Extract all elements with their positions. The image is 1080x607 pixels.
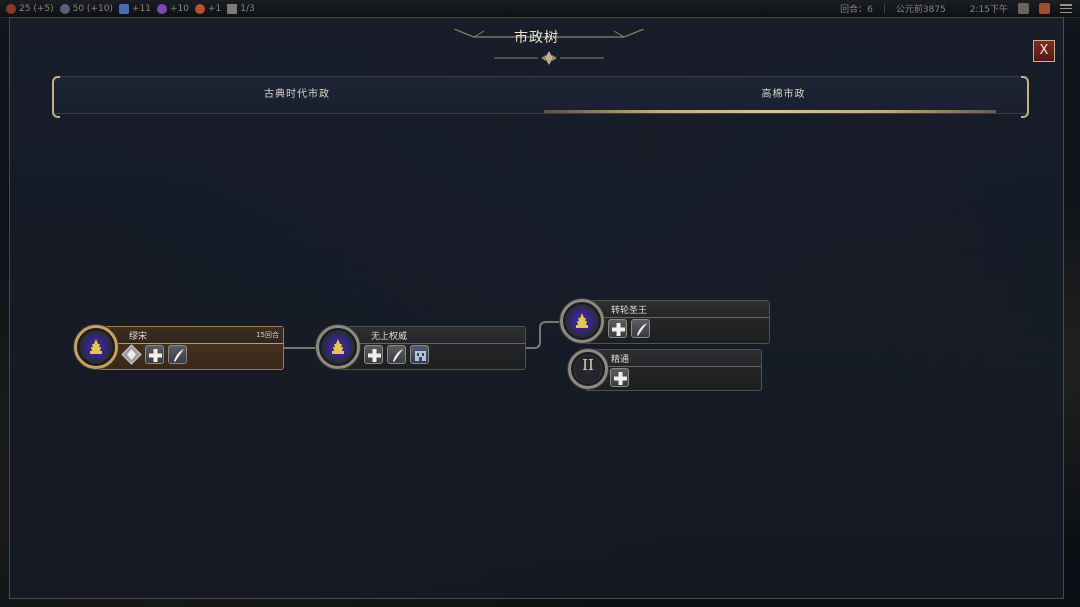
civic-name-bar xyxy=(95,327,283,344)
diamond-card-icon[interactable] xyxy=(121,344,142,365)
unlock-slots xyxy=(121,344,187,365)
plus-card-icon[interactable] xyxy=(610,368,629,387)
civic-medal xyxy=(560,299,604,343)
civic-name: 转轮圣王 xyxy=(611,306,648,316)
feather-card-icon[interactable] xyxy=(631,319,650,338)
roman-numeral-icon: II xyxy=(582,356,594,374)
plus-card-icon[interactable] xyxy=(364,345,383,364)
feather-card-icon[interactable] xyxy=(168,345,187,364)
civic-name: 精通 xyxy=(611,355,630,365)
unlock-slots xyxy=(610,368,629,387)
feather-card-icon[interactable] xyxy=(387,345,406,364)
civic-name: 缪宋 xyxy=(129,332,148,342)
pagoda-icon xyxy=(576,313,588,328)
unlock-slots xyxy=(364,345,429,364)
building-icon[interactable] xyxy=(410,345,429,364)
unlock-slots xyxy=(608,319,650,338)
civic-medal: II xyxy=(568,349,608,389)
civic-turns: 15回合 xyxy=(256,331,279,339)
civic-name-bar xyxy=(581,301,769,318)
civic-name: 无上权威 xyxy=(371,332,408,342)
civic-medal xyxy=(316,325,360,369)
plus-card-icon[interactable] xyxy=(608,319,627,338)
civic-node-chakravartin[interactable]: 转轮圣王 xyxy=(558,298,770,346)
pagoda-icon xyxy=(332,339,344,354)
civic-medal xyxy=(74,325,118,369)
civic-name-bar xyxy=(337,327,525,344)
tree-connectors xyxy=(284,321,562,349)
pagoda-icon xyxy=(90,339,102,354)
civic-node-mastery[interactable]: 精通 II xyxy=(566,347,762,393)
civic-node-miao-song[interactable]: 缪宋 15回合 xyxy=(72,324,284,372)
civic-node-supreme-authority[interactable]: 无上权威 xyxy=(314,324,526,372)
plus-card-icon[interactable] xyxy=(145,345,164,364)
